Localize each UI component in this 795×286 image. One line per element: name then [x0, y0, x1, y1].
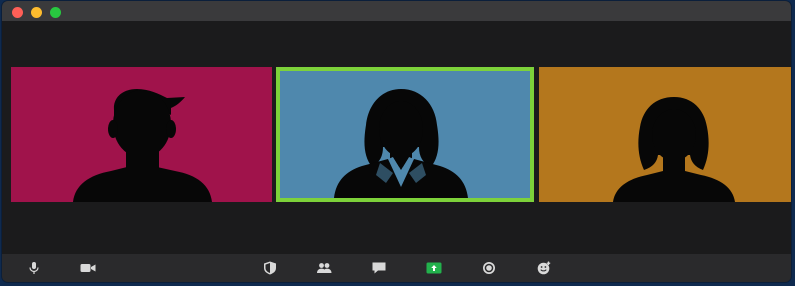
reactions-icon[interactable] [536, 261, 552, 275]
video-call-window [2, 1, 791, 282]
record-icon[interactable] [481, 261, 497, 275]
minimize-window-button[interactable] [31, 7, 42, 18]
active-speaker-video-tile[interactable] [276, 67, 534, 202]
title-bar [2, 1, 791, 21]
participant-video-tile[interactable] [11, 67, 272, 202]
video-gallery [2, 21, 791, 254]
video-camera-icon[interactable] [80, 261, 96, 275]
close-window-button[interactable] [12, 7, 23, 18]
share-screen-icon[interactable] [426, 261, 442, 275]
woman-silhouette-icon [613, 97, 735, 202]
maximize-window-button[interactable] [50, 7, 61, 18]
woman-in-suit-silhouette-icon [334, 89, 468, 198]
participant-video-tile[interactable] [539, 67, 791, 202]
participants-icon[interactable] [316, 261, 332, 275]
chat-icon[interactable] [371, 261, 387, 275]
man-silhouette-icon [73, 89, 212, 202]
security-shield-icon[interactable] [262, 261, 278, 275]
meeting-controls-toolbar [2, 254, 791, 282]
microphone-icon[interactable] [26, 261, 42, 275]
